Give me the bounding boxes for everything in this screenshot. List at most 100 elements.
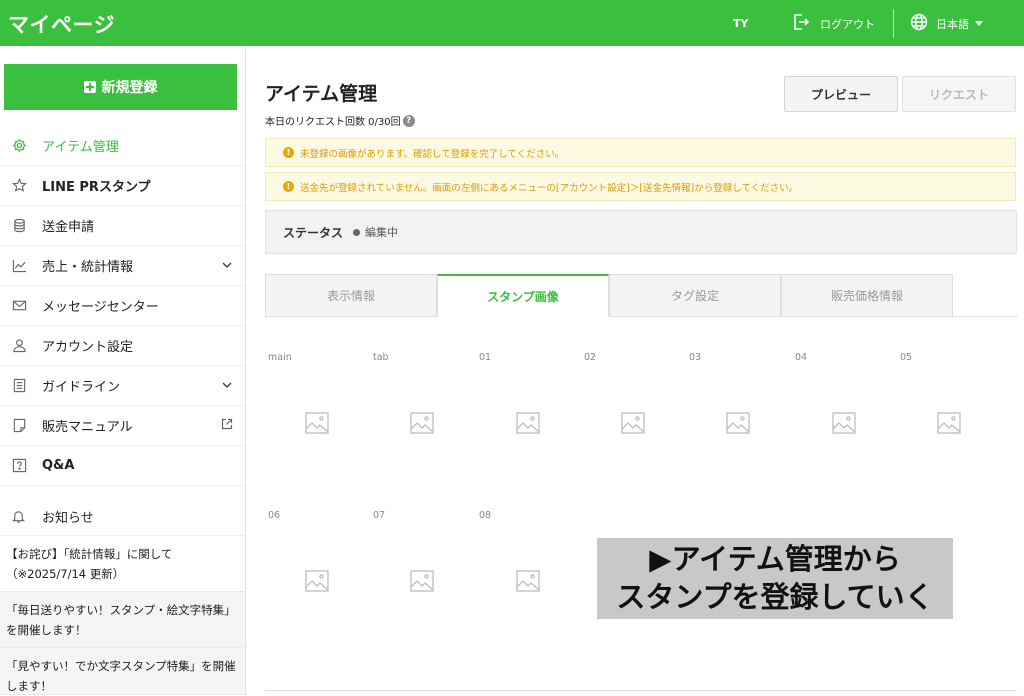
- stamp-slot-label: 08: [479, 510, 492, 521]
- image-placeholder-icon[interactable]: [832, 412, 856, 438]
- image-placeholder-icon[interactable]: [937, 412, 961, 438]
- image-placeholder-icon[interactable]: [410, 412, 434, 438]
- sidebar-item-sales-manual[interactable]: 販売マニュアル: [0, 406, 245, 446]
- sidebar-item-label: メッセージセンター: [42, 300, 159, 315]
- notice-text: 「見やすい！でか文字スタンプ特集」を開催します！: [6, 659, 236, 693]
- stamp-slot[interactable]: 03: [686, 352, 786, 482]
- stamp-slot[interactable]: 04: [792, 352, 892, 482]
- image-placeholder-icon[interactable]: [410, 570, 434, 596]
- page-title: アイテム管理: [265, 83, 378, 105]
- stamp-slot[interactable]: 07: [370, 510, 470, 640]
- stamp-slot-label: 01: [479, 352, 492, 363]
- logout-button[interactable]: ログアウト: [792, 13, 875, 34]
- preview-button[interactable]: プレビュー: [784, 76, 898, 112]
- mail-icon: [11, 298, 27, 314]
- alert-remittance-missing: ! 送金先が登録されていません。画面の左側にあるメニューの[アカウント設定]＞[…: [265, 172, 1016, 201]
- notices-header: お知らせ: [0, 498, 245, 536]
- alert-text: 送金先が登録されていません。画面の左側にあるメニューの[アカウント設定]＞[送金…: [300, 182, 799, 194]
- status-dot-icon: [353, 228, 361, 236]
- notice-item[interactable]: 【お詫び】「統計情報」に関して（※2025/7/14 更新）: [0, 536, 245, 592]
- chart-icon: [11, 258, 27, 274]
- tab-stamp-images[interactable]: スタンプ画像: [437, 274, 609, 317]
- sidebar-nav: アイテム管理 LINE PRスタンプ 送金申請 売上・統計情報 メッセージセンタ…: [0, 126, 245, 486]
- sidebar-item-label: アカウント設定: [42, 340, 134, 355]
- sidebar-item-qa[interactable]: Q&A: [0, 446, 245, 486]
- notice-item[interactable]: 「毎日送りやすい！スタンプ・絵文字特集」を開催します！: [0, 592, 245, 648]
- stamp-slot[interactable]: main: [265, 352, 365, 482]
- caret-down-icon: [975, 21, 983, 26]
- stamp-slot[interactable]: 01: [476, 352, 576, 482]
- image-placeholder-icon[interactable]: [305, 412, 329, 438]
- external-link-icon: [221, 418, 233, 434]
- sidebar-item-account-settings[interactable]: アカウント設定: [0, 326, 245, 366]
- image-placeholder-icon[interactable]: [305, 570, 329, 596]
- sidebar-item-label: 送金申請: [42, 220, 95, 235]
- stamp-slot[interactable]: 05: [897, 352, 997, 482]
- language-label: 日本語: [936, 17, 969, 31]
- stamp-slot-label: 03: [689, 352, 702, 363]
- request-button[interactable]: リクエスト: [902, 76, 1016, 112]
- sidebar-item-sales-stats[interactable]: 売上・統計情報: [0, 246, 245, 286]
- caption-line-2: スタンプを登録していく: [616, 580, 934, 614]
- image-placeholder-icon[interactable]: [516, 570, 540, 596]
- sidebar-item-label: 売上・統計情報: [42, 260, 134, 275]
- status-box: ステータス 編集中: [265, 210, 1017, 254]
- chevron-down-icon: [221, 379, 233, 395]
- stamp-slot-label: main: [268, 352, 292, 363]
- user-icon: [11, 338, 27, 354]
- sidebar-item-line-pr-stamp[interactable]: LINE PRスタンプ: [0, 166, 245, 206]
- notice-text: 【お詫び】「統計情報」に関して（※2025/7/14 更新）: [6, 547, 173, 581]
- chevron-down-icon: [221, 259, 233, 275]
- stamp-slot[interactable]: tab: [370, 352, 470, 482]
- status-label: ステータス: [283, 225, 344, 240]
- language-selector[interactable]: 日本語: [910, 13, 983, 34]
- warning-icon: !: [283, 147, 294, 158]
- bell-icon: [11, 509, 27, 524]
- warning-icon: !: [283, 181, 294, 192]
- stamp-slot-label: 05: [900, 352, 913, 363]
- image-placeholder-icon[interactable]: [516, 412, 540, 438]
- stamp-slot[interactable]: 08: [476, 510, 576, 640]
- stamp-slot-label: 07: [373, 510, 386, 521]
- sidebar-item-guidelines[interactable]: ガイドライン: [0, 366, 245, 406]
- stamp-slot-label: 04: [795, 352, 808, 363]
- new-registration-label: 新規登録: [101, 80, 158, 96]
- help-icon[interactable]: ?: [402, 114, 415, 127]
- sidebar-item-label: Q&A: [42, 458, 75, 473]
- status-value: 編集中: [353, 224, 398, 240]
- globe-icon: [910, 13, 928, 34]
- sidebar-item-item-management[interactable]: アイテム管理: [0, 126, 245, 166]
- question-icon: [11, 458, 27, 474]
- tab-sales-price[interactable]: 販売価格情報: [781, 274, 953, 317]
- caption-line-1: ▶アイテム管理から: [649, 542, 901, 576]
- tab-display-info[interactable]: 表示情報: [265, 274, 437, 317]
- request-count-text: 本日のリクエスト回数 0/30回: [265, 117, 401, 128]
- gear-icon: [11, 138, 27, 154]
- stamp-slot[interactable]: 06: [265, 510, 365, 640]
- tab-tag-settings[interactable]: タグ設定: [609, 274, 781, 317]
- alert-unregistered-images: ! 未登録の画像があります。確認して登録を完了してください。: [265, 138, 1016, 167]
- stamp-slot-label: 02: [584, 352, 597, 363]
- tab-bar: 表示情報 スタンプ画像 タグ設定 販売価格情報: [265, 274, 1017, 317]
- star-icon: [11, 178, 27, 194]
- notice-text: 「毎日送りやすい！スタンプ・絵文字特集」を開催します！: [6, 603, 236, 637]
- image-placeholder-icon[interactable]: [726, 412, 750, 438]
- notices-title: お知らせ: [42, 511, 94, 526]
- sidebar-item-label: ガイドライン: [42, 380, 121, 395]
- notice-item[interactable]: 「見やすい！でか文字スタンプ特集」を開催します！: [0, 648, 245, 695]
- sidebar-item-label: 販売マニュアル: [42, 420, 133, 435]
- user-initials[interactable]: TY: [733, 17, 748, 30]
- document-icon: [11, 378, 27, 394]
- logout-icon: [792, 13, 810, 34]
- sidebar-item-message-center[interactable]: メッセージセンター: [0, 286, 245, 326]
- new-registration-button[interactable]: 新規登録: [4, 64, 237, 110]
- top-bar: マイページ TY ログアウト 日本語: [0, 0, 1024, 46]
- image-placeholder-icon[interactable]: [621, 412, 645, 438]
- sidebar: 新規登録 アイテム管理 LINE PRスタンプ 送金申請 売上・統計情報 メッセ…: [0, 46, 246, 695]
- request-count: 本日のリクエスト回数 0/30回 ?: [265, 113, 415, 128]
- stamp-slot[interactable]: 02: [581, 352, 681, 482]
- alert-text: 未登録の画像があります。確認して登録を完了してください。: [300, 148, 565, 160]
- caption-overlay: ▶アイテム管理から スタンプを登録していく: [597, 538, 953, 619]
- sidebar-item-remittance[interactable]: 送金申請: [0, 206, 245, 246]
- brand-title[interactable]: マイページ: [8, 9, 115, 39]
